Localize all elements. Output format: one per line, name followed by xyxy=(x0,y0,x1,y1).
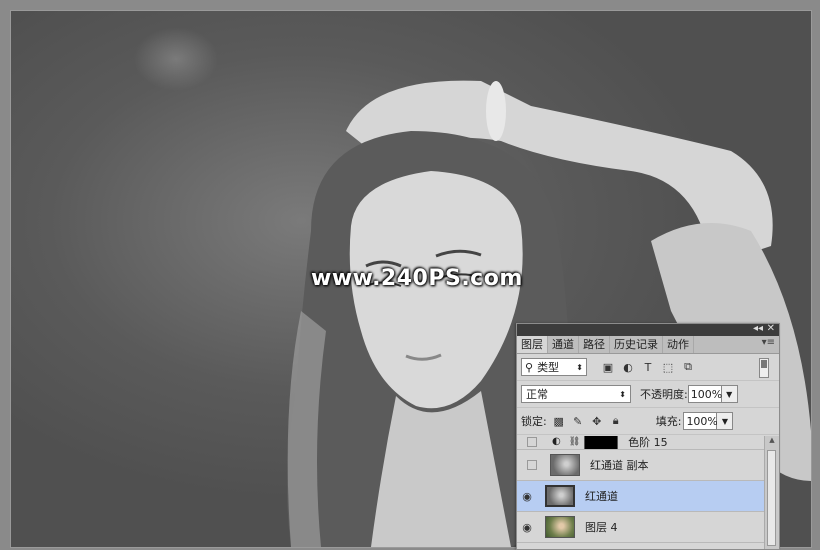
layer-name: 红通道 xyxy=(585,490,618,503)
lock-icons: ▩ ✎ ✥ 🔒︎ xyxy=(553,414,622,428)
opacity-dropdown-icon[interactable]: ▼ xyxy=(721,385,738,403)
lock-row: 锁定: ▩ ✎ ✥ 🔒︎ 填充: 100% ▼ xyxy=(517,408,779,435)
fill-input[interactable]: 100% xyxy=(683,412,718,430)
layer-thumbnail xyxy=(545,516,575,538)
layers-panel[interactable]: ◂◂ ✕ 图层 通道 路径 历史记录 动作 ▾≡ ⚲ 类型 ⬍ ▣ ◐ T ⬚ … xyxy=(516,323,780,550)
filter-kind-label: 类型 xyxy=(537,361,560,374)
panel-tabs: 图层 通道 路径 历史记录 动作 ▾≡ xyxy=(517,336,779,354)
smart-object-filter-icon[interactable]: ⧉ xyxy=(681,360,695,374)
watermark-text: www.240PS.com xyxy=(311,266,523,291)
blend-row: 正常 ⬍ 不透明度: 100% ▼ xyxy=(517,381,779,408)
blend-mode-label: 正常 xyxy=(526,388,548,401)
layer-scrollbar[interactable]: ▲ xyxy=(764,436,779,549)
layer-row[interactable]: 红通道 副本 xyxy=(517,450,765,481)
close-icon[interactable]: ✕ xyxy=(767,323,775,334)
opacity-input[interactable]: 100% xyxy=(687,385,722,403)
blend-mode-select[interactable]: 正常 ⬍ xyxy=(521,385,631,403)
pixel-filter-icon[interactable]: ▣ xyxy=(601,360,615,374)
fill-dropdown-icon[interactable]: ▼ xyxy=(717,412,734,430)
filter-icons: ▣ ◐ T ⬚ ⧉ xyxy=(601,360,695,374)
lock-all-icon[interactable]: 🔒︎ xyxy=(610,414,622,428)
layer-name: 色阶 15 xyxy=(628,436,668,449)
eye-icon[interactable]: ◉ xyxy=(517,521,537,534)
scrollbar-thumb[interactable] xyxy=(767,450,776,546)
panel-menu-icon[interactable]: ▾≡ xyxy=(762,337,775,348)
levels-adjustment-icon: ◐ xyxy=(552,436,561,447)
scroll-up-icon[interactable]: ▲ xyxy=(765,436,779,444)
filter-kind-select[interactable]: ⚲ 类型 ⬍ xyxy=(521,358,587,376)
lock-transparency-icon[interactable]: ▩ xyxy=(553,415,565,428)
eye-icon[interactable]: ◉ xyxy=(517,490,537,503)
layer-row[interactable]: ◉ 图层 4 xyxy=(517,512,765,543)
opacity-label: 不透明度: xyxy=(640,388,688,401)
collapse-icon[interactable]: ◂◂ xyxy=(753,323,763,334)
tab-history[interactable]: 历史记录 xyxy=(610,336,663,353)
layer-thumbnail xyxy=(545,485,575,507)
layer-mask-thumbnail[interactable] xyxy=(584,436,619,449)
layer-row[interactable]: ◉ 红通道 xyxy=(517,481,765,512)
search-icon: ⚲ xyxy=(525,360,534,374)
updown-icon: ⬍ xyxy=(576,362,583,372)
lock-label: 锁定: xyxy=(521,415,547,428)
lock-position-move-icon[interactable]: ✥ xyxy=(591,415,603,428)
layer-name: 红通道 副本 xyxy=(590,459,649,472)
updown-icon: ⬍ xyxy=(619,389,626,399)
visibility-toggle[interactable] xyxy=(527,436,537,447)
visibility-toggle[interactable] xyxy=(527,460,537,470)
panel-title-bar[interactable]: ◂◂ ✕ xyxy=(517,323,779,336)
tab-paths[interactable]: 路径 xyxy=(579,336,610,353)
layer-thumbnail xyxy=(550,454,580,476)
filter-toggle[interactable] xyxy=(759,358,769,378)
fill-label: 填充: xyxy=(655,415,682,428)
link-icon: ⛓ xyxy=(568,436,581,447)
shape-filter-icon[interactable]: ⬚ xyxy=(661,360,675,374)
filter-row: ⚲ 类型 ⬍ ▣ ◐ T ⬚ ⧉ xyxy=(517,354,779,381)
layer-row[interactable]: ◐ ⛓ 色阶 15 xyxy=(517,436,765,450)
tab-channels[interactable]: 通道 xyxy=(548,336,579,353)
layer-name: 图层 4 xyxy=(585,521,618,534)
layer-list: ◐ ⛓ 色阶 15 红通道 副本 ◉ 红通道 ◉ 图层 4 xyxy=(517,436,765,549)
type-filter-icon[interactable]: T xyxy=(641,360,655,374)
tab-actions[interactable]: 动作 xyxy=(663,336,694,353)
lock-pixels-brush-icon[interactable]: ✎ xyxy=(572,415,584,428)
adjustment-filter-icon[interactable]: ◐ xyxy=(621,360,635,374)
tab-layers[interactable]: 图层 xyxy=(517,336,548,353)
